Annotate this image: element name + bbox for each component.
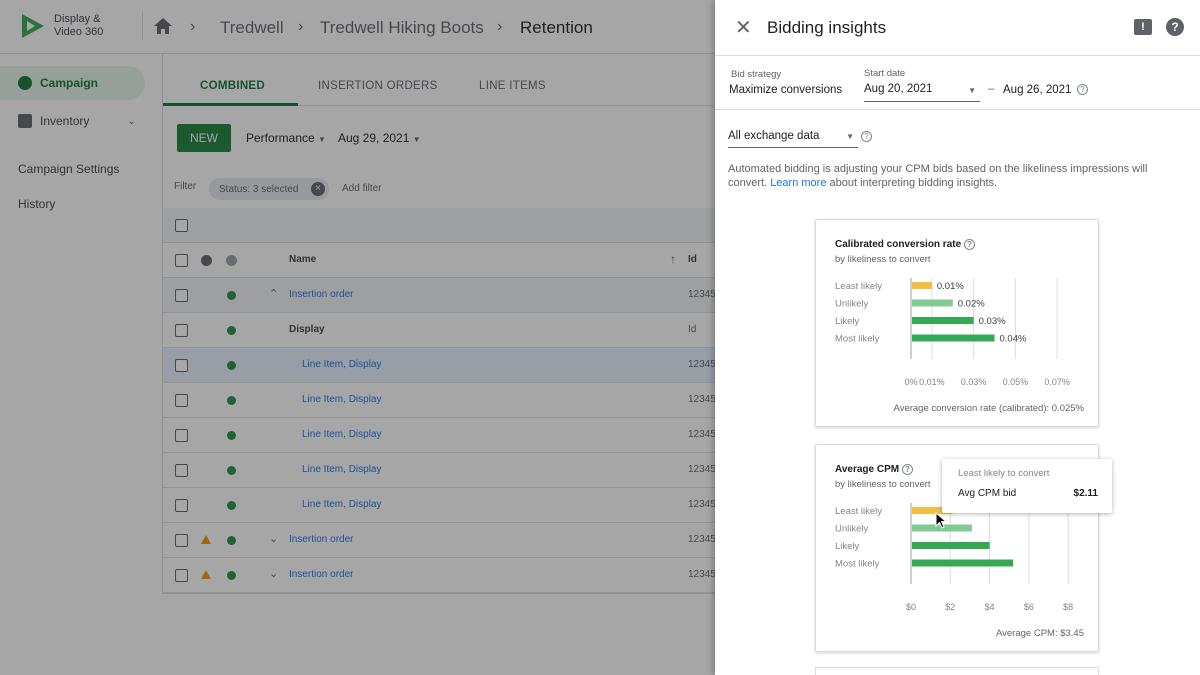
tooltip-label: Avg CPM bid: [958, 488, 1017, 499]
panel-title: Bidding insights: [767, 18, 887, 37]
modal-scrim[interactable]: [0, 0, 715, 675]
category-label: Least likely: [835, 506, 882, 517]
help-circle-icon[interactable]: ?: [1077, 84, 1088, 95]
learn-more-link[interactable]: Learn more: [770, 177, 826, 189]
bar[interactable]: [912, 559, 1014, 567]
category-label: Most likely: [835, 559, 880, 570]
conversion-rate-card: Calibrated conversion rate ? by likeline…: [815, 219, 1099, 427]
x-tick-label: $2: [945, 602, 955, 612]
exchange-value: All exchange data: [728, 130, 820, 142]
category-label: Least likely: [835, 281, 882, 292]
bar[interactable]: [912, 282, 932, 289]
chart-subtitle: by likeliness to convert: [835, 254, 931, 265]
chart-title: Calibrated conversion rate ?: [835, 239, 975, 250]
data-label: 0.01%: [937, 281, 964, 292]
data-label: 0.03%: [979, 316, 1006, 327]
help-circle-icon[interactable]: ?: [901, 464, 913, 475]
data-label: 0.04%: [1000, 334, 1027, 345]
category-label: Most likely: [835, 334, 880, 345]
category-label: Likely: [835, 316, 860, 327]
close-icon[interactable]: ✕: [735, 15, 752, 40]
x-tick-label: $0: [906, 602, 916, 612]
bid-strategy-value: Maximize conversions: [729, 84, 843, 96]
x-tick-label: $6: [1024, 602, 1034, 612]
x-tick-label: 0%: [904, 377, 917, 387]
description-text: Automated bidding is adjusting your CPM …: [728, 162, 1168, 190]
chart-subtitle: by likeliness to convert: [835, 479, 931, 490]
bar[interactable]: [912, 317, 974, 324]
help-icon[interactable]: ?: [1166, 18, 1184, 36]
date-separator: –: [988, 83, 995, 95]
start-date-label: Start date: [864, 68, 906, 79]
chart-footer: Average CPM: $3.45: [995, 628, 1084, 639]
bidding-insights-panel: ✕ Bidding insights ! ? Bid strategy Maxi…: [715, 0, 1200, 675]
dropdown-arrow-icon: ▼: [846, 132, 854, 141]
x-tick-label: 0.01%: [919, 377, 945, 387]
chart-tooltip: Least likely to convert Avg CPM bid $2.1…: [942, 459, 1112, 513]
dropdown-arrow-icon: ▼: [968, 86, 976, 95]
mouse-cursor-icon: [935, 512, 948, 529]
panel-header: ✕ Bidding insights ! ?: [715, 0, 1200, 56]
chart-footer: Average conversion rate (calibrated): 0.…: [893, 403, 1084, 414]
help-circle-icon[interactable]: ?: [963, 239, 975, 250]
category-label: Likely: [835, 541, 860, 552]
bid-strategy-label: Bid strategy: [731, 69, 782, 80]
feedback-icon[interactable]: !: [1134, 19, 1152, 35]
tooltip-title: Least likely to convert: [958, 468, 1050, 479]
bar[interactable]: [912, 334, 995, 342]
description-post: about interpreting bidding insights.: [826, 177, 998, 189]
x-tick-label: $4: [985, 602, 995, 612]
start-date-select[interactable]: Aug 20, 2021 ▼: [864, 80, 980, 102]
data-label: 0.02%: [958, 299, 985, 310]
bar[interactable]: [912, 542, 990, 549]
chart-title: Average CPM ?: [835, 464, 913, 475]
exchange-select[interactable]: All exchange data ▼: [728, 126, 858, 148]
next-card: [815, 667, 1099, 675]
help-circle-icon[interactable]: ?: [861, 131, 872, 142]
x-tick-label: 0.03%: [961, 377, 987, 387]
x-tick-label: 0.05%: [1003, 377, 1029, 387]
end-date-value: Aug 26, 2021: [1003, 84, 1072, 96]
start-date-value: Aug 20, 2021: [864, 83, 933, 95]
x-tick-label: 0.07%: [1044, 377, 1070, 387]
category-label: Unlikely: [835, 299, 869, 310]
bar[interactable]: [912, 299, 953, 307]
x-tick-label: $8: [1063, 602, 1073, 612]
category-label: Unlikely: [835, 524, 869, 535]
tooltip-value: $2.11: [1073, 488, 1098, 499]
